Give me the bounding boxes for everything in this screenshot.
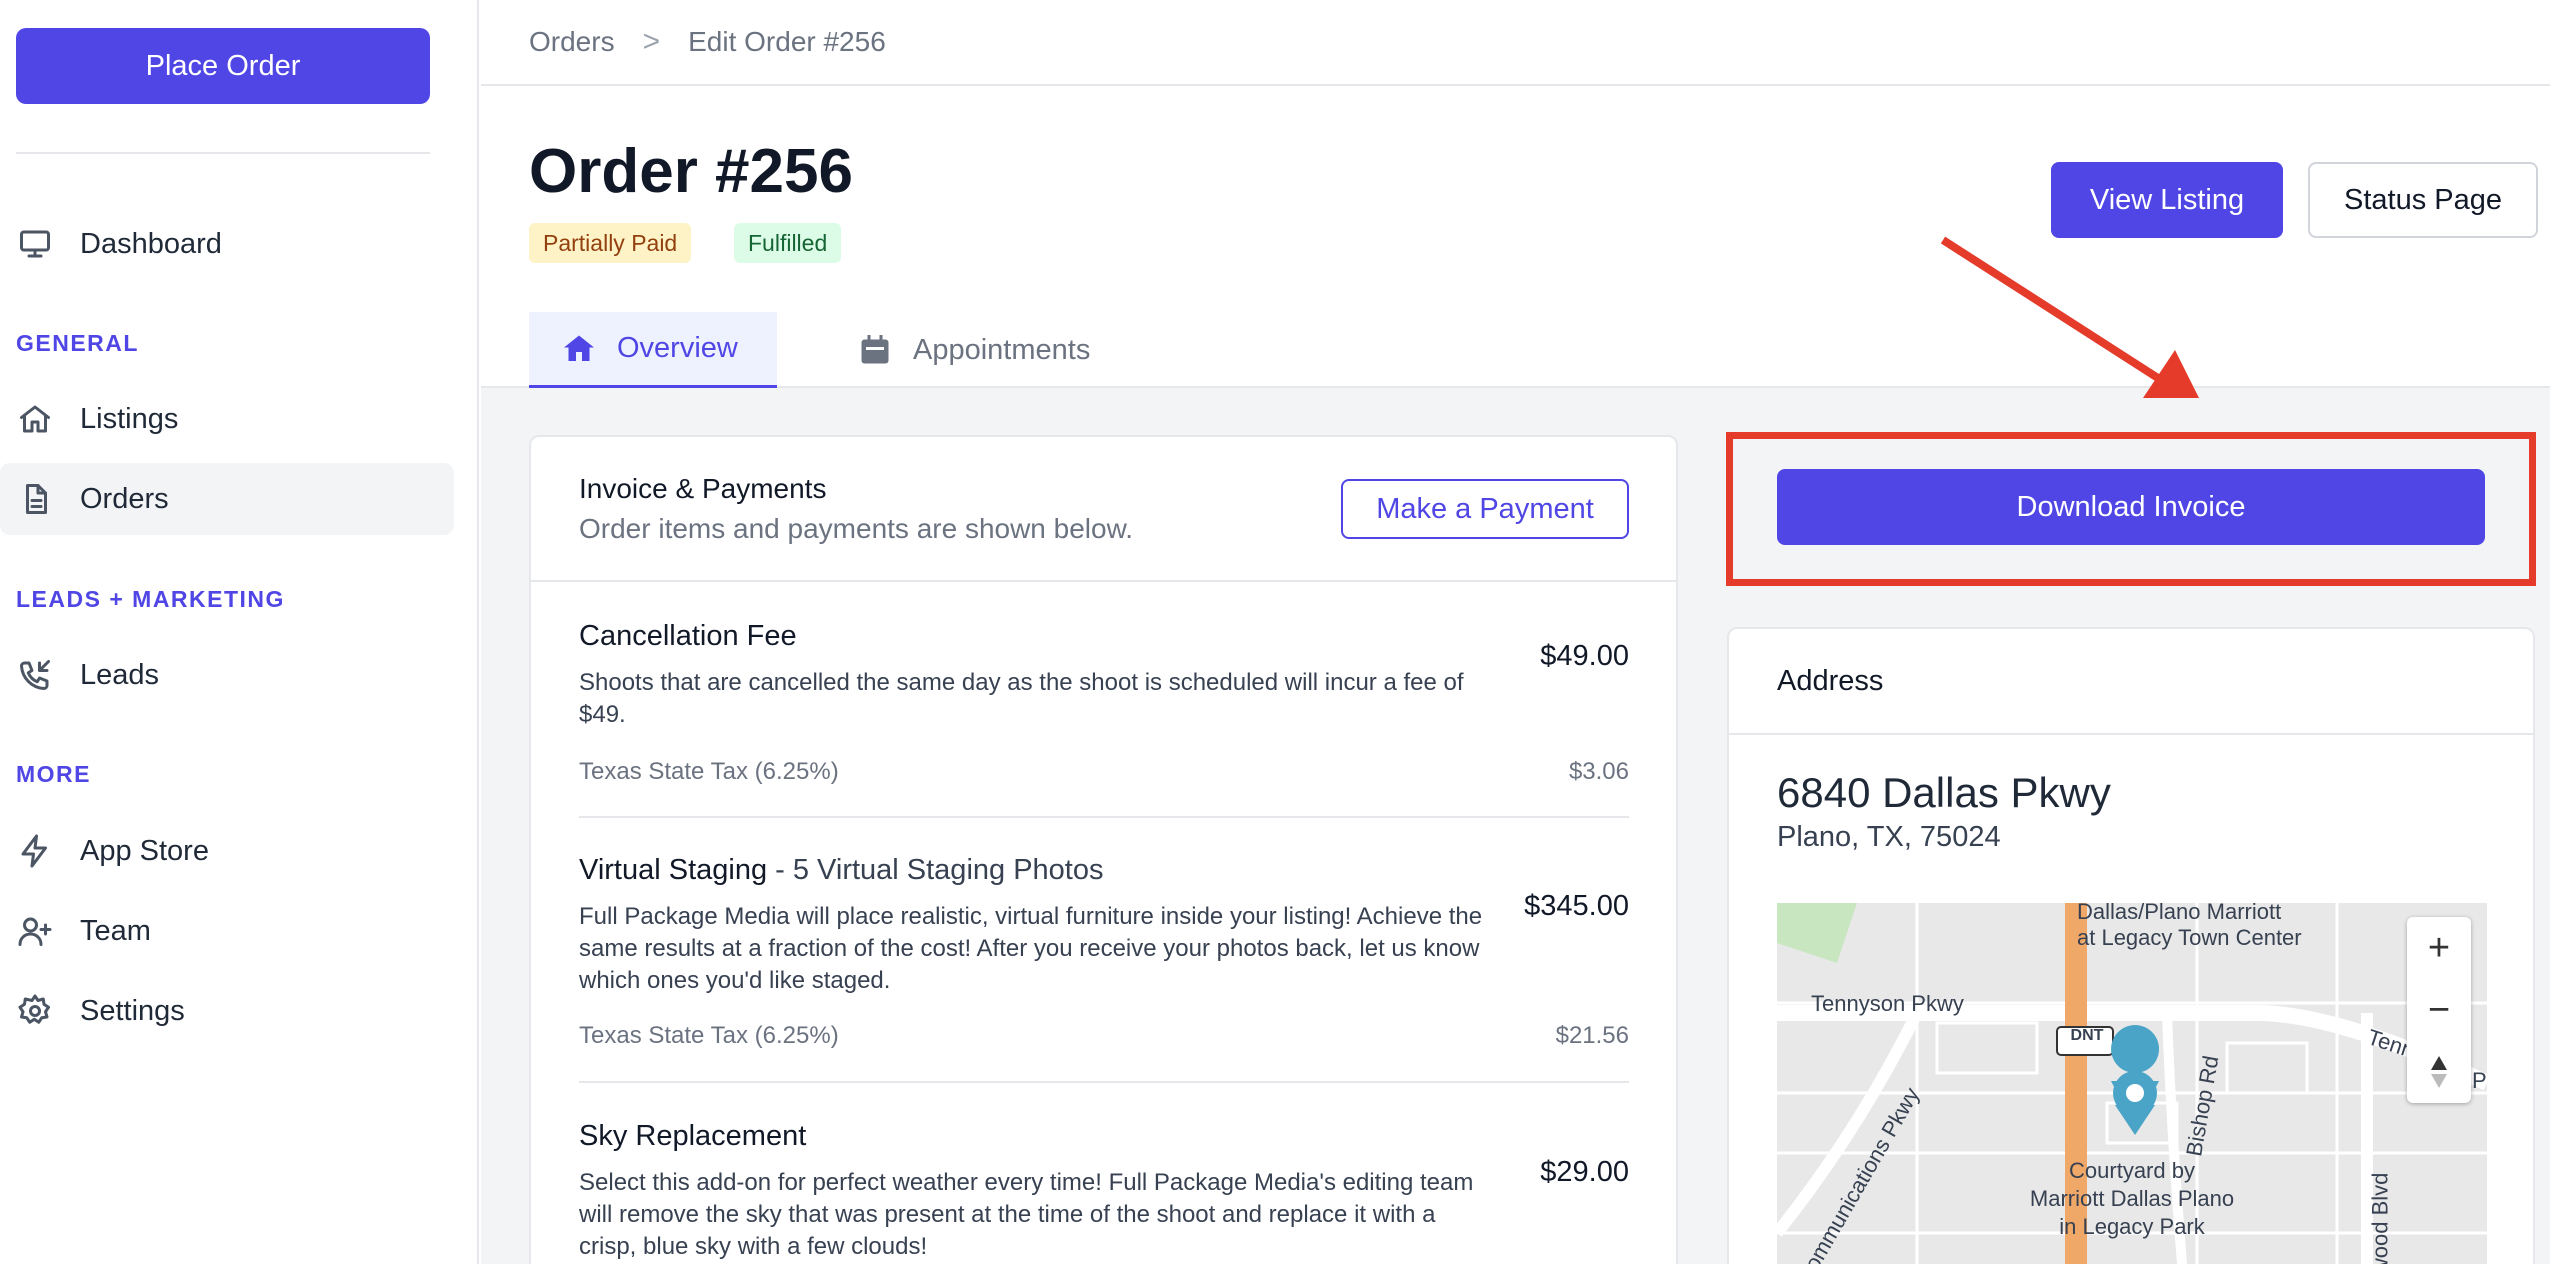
- status-page-button[interactable]: Status Page: [2308, 162, 2538, 238]
- list-item: Sky Replacement Select this add-on for p…: [579, 1120, 1629, 1263]
- tax-label: Texas State Tax (6.25%): [579, 758, 839, 785]
- annotation-arrow: [1940, 236, 2199, 398]
- invoice-card-header: Invoice & Payments Order items and payme…: [531, 437, 1676, 582]
- breadcrumb-current: Edit Order #256: [688, 26, 886, 57]
- sidebar-item-label: Leads: [80, 658, 160, 691]
- item-name: Virtual Staging - 5 Virtual Staging Phot…: [579, 854, 1104, 886]
- download-invoice-button[interactable]: Download Invoice: [1777, 469, 2485, 545]
- map[interactable]: Dallas/Plano Marriott at Legacy Town Cen…: [1777, 903, 2487, 1264]
- map-label: in Legacy Park: [2059, 1214, 2205, 1239]
- order-header: Order #256 Partially Paid Fulfilled View…: [481, 86, 2550, 388]
- address-label: Address: [1777, 665, 1884, 697]
- compass-icon[interactable]: [2407, 1041, 2471, 1103]
- tax-amount: $21.56: [1555, 1022, 1629, 1049]
- home-icon: [16, 400, 54, 438]
- sidebar-item-leads[interactable]: Leads: [0, 639, 454, 711]
- item-name: Cancellation Fee: [579, 620, 797, 652]
- sidebar-item-orders[interactable]: Orders: [0, 463, 454, 535]
- gear-icon: [16, 992, 54, 1030]
- map-zoom-controls: + −: [2407, 917, 2471, 1103]
- map-label: at Legacy Town Center: [2077, 925, 2302, 950]
- calendar-icon: [861, 335, 889, 364]
- address-line1: 6840 Dallas Pkwy: [1777, 769, 2111, 816]
- sidebar-item-label: Dashboard: [80, 227, 222, 260]
- view-listing-button[interactable]: View Listing: [2051, 162, 2283, 238]
- item-price: $345.00: [1524, 890, 1629, 922]
- sidebar: Place Order Dashboard GENERAL Listings O…: [0, 0, 479, 1264]
- map-label: P: [2472, 1068, 2487, 1093]
- sidebar-item-label: App Store: [80, 834, 209, 867]
- phone-incoming-icon: [16, 656, 54, 694]
- breadcrumb-orders-link[interactable]: Orders: [529, 26, 615, 58]
- zoom-out-button[interactable]: −: [2407, 979, 2471, 1041]
- address-card: Address 6840 Dallas Pkwy Plano, TX, 7502…: [1727, 627, 2535, 1264]
- sidebar-item-label: Team: [80, 914, 151, 947]
- sidebar-item-settings[interactable]: Settings: [0, 975, 454, 1047]
- address-card-header: Address: [1729, 629, 2533, 735]
- item-description: Shoots that are cancelled the same day a…: [579, 669, 1464, 728]
- tax-amount: $3.06: [1568, 758, 1629, 785]
- sidebar-item-team[interactable]: Team: [0, 895, 454, 967]
- map-label: DNT: [2070, 1027, 2104, 1044]
- invoice-subtitle: Order items and payments are shown below…: [579, 513, 1134, 544]
- item-divider: [579, 816, 1629, 818]
- item-price: $29.00: [1540, 1156, 1629, 1188]
- sidebar-item-label: Orders: [80, 482, 169, 515]
- sidebar-item-label: Listings: [80, 402, 179, 435]
- home-icon: [564, 335, 594, 361]
- invoice-card: Invoice & Payments Order items and payme…: [529, 435, 1678, 1264]
- sidebar-item-dashboard[interactable]: Dashboard: [0, 208, 454, 280]
- item-divider: [579, 1081, 1629, 1083]
- sidebar-item-label: Settings: [80, 994, 185, 1027]
- make-payment-button[interactable]: Make a Payment: [1341, 479, 1629, 539]
- section-label-leads-marketing: LEADS + MARKETING: [16, 586, 285, 612]
- address-line2: Plano, TX, 75024: [1777, 821, 2001, 853]
- item-name: Sky Replacement: [579, 1120, 807, 1152]
- item-description: Full Package Media will place realistic,…: [579, 903, 1483, 994]
- section-label-general: GENERAL: [16, 330, 139, 356]
- lightning-icon: [16, 832, 54, 870]
- page-title: Order #256: [529, 137, 853, 206]
- status-badge-partially-paid: Partially Paid: [529, 223, 692, 263]
- place-order-button[interactable]: Place Order: [16, 28, 430, 104]
- tab-overview[interactable]: Overview: [529, 312, 777, 388]
- tab-appointments[interactable]: Appointments: [857, 312, 1090, 388]
- map-label: Tennyson Pkwy: [1811, 991, 1964, 1016]
- sidebar-item-app-store[interactable]: App Store: [0, 815, 454, 887]
- zoom-in-button[interactable]: +: [2407, 917, 2471, 979]
- breadcrumb: Orders > Edit Order #256: [481, 0, 2550, 86]
- list-item: Cancellation Fee Shoots that are cancell…: [579, 620, 1629, 785]
- tax-row: Texas State Tax (6.25%) $3.06: [579, 758, 1629, 786]
- tax-row: Texas State Tax (6.25%) $21.56: [579, 1022, 1629, 1050]
- list-item: Virtual Staging - 5 Virtual Staging Phot…: [579, 854, 1629, 1049]
- invoice-title: Invoice & Payments: [579, 473, 827, 504]
- document-icon: [16, 480, 54, 518]
- tab-label: Overview: [617, 332, 738, 364]
- user-plus-icon: [16, 912, 54, 950]
- map-label: Courtyard by: [2069, 1158, 2195, 1183]
- status-badge-fulfilled: Fulfilled: [734, 223, 842, 263]
- sidebar-divider: [16, 152, 430, 154]
- map-label: Dallas/Plano Marriott: [2077, 903, 2282, 924]
- item-description: Select this add-on for perfect weather e…: [579, 1169, 1474, 1260]
- item-price: $49.00: [1540, 640, 1629, 672]
- monitor-icon: [16, 225, 54, 263]
- tab-label: Appointments: [913, 333, 1091, 366]
- map-label: Marriott Dallas Plano: [2029, 1186, 2235, 1211]
- sidebar-item-listings[interactable]: Listings: [0, 383, 454, 455]
- tax-label: Texas State Tax (6.25%): [579, 1022, 839, 1049]
- main-area: Orders > Edit Order #256 Order #256 Part…: [481, 0, 2550, 1264]
- section-label-more: MORE: [16, 761, 91, 787]
- chevron-right-icon: >: [642, 25, 661, 58]
